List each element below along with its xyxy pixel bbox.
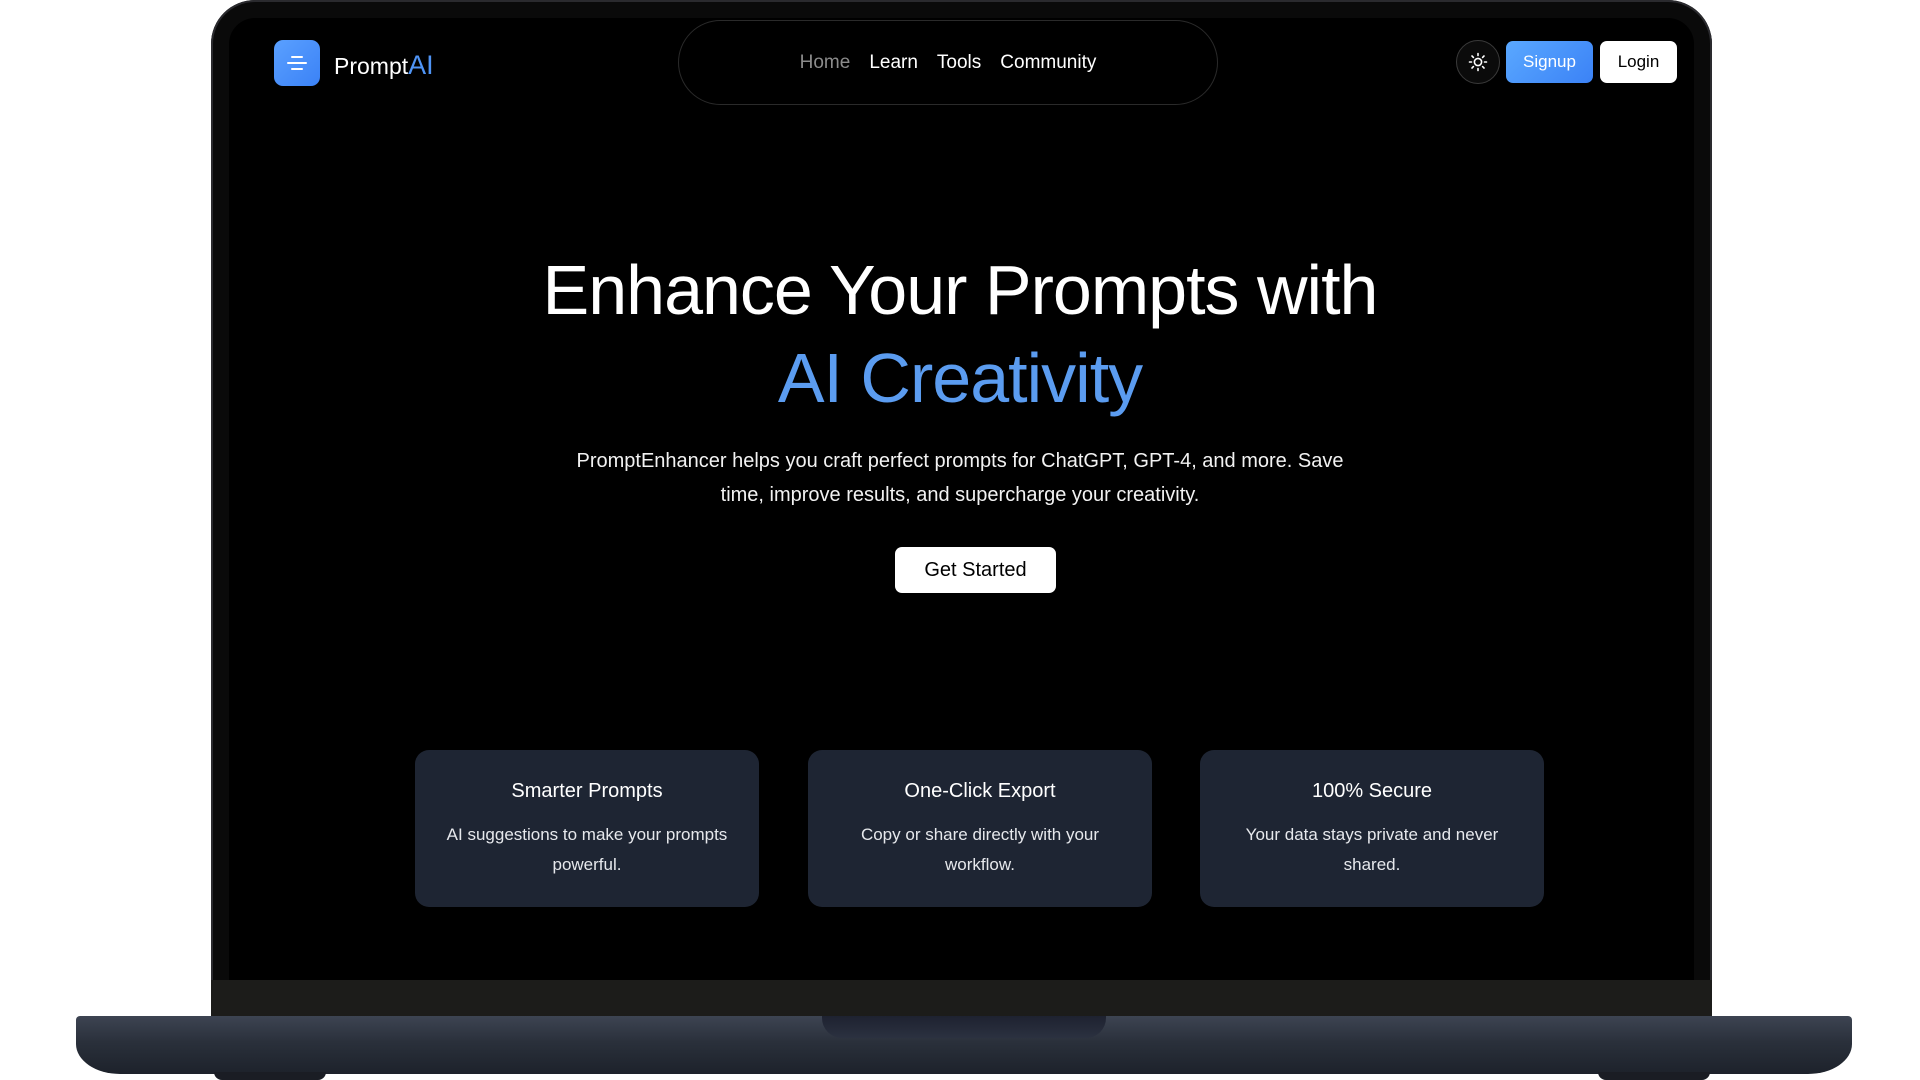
laptop-screen-chin — [211, 980, 1712, 1018]
feature-card-title: 100% Secure — [1311, 780, 1433, 802]
laptop-base-notch — [822, 1016, 1106, 1038]
hero-title: Enhance Your Prompts with — [542, 251, 1379, 329]
sun-icon — [1468, 52, 1488, 72]
feature-card-text: Your data stays private and never shared… — [1245, 825, 1499, 874]
feature-card: One-Click Export Copy or share directly … — [808, 750, 1152, 907]
brand-name: Prompt — [334, 53, 409, 79]
main-nav: Home Learn Tools Community — [678, 20, 1218, 105]
menu-icon — [287, 56, 307, 70]
get-started-button[interactable]: Get Started — [895, 547, 1056, 593]
login-button[interactable]: Login — [1600, 41, 1677, 83]
brand-suffix: AI — [408, 50, 434, 80]
feature-card-title: Smarter Prompts — [511, 780, 663, 802]
nav-link-community[interactable]: Community — [1000, 52, 1096, 74]
menu-button[interactable] — [274, 40, 320, 86]
signup-button[interactable]: Signup — [1506, 41, 1593, 83]
feature-card: Smarter Prompts AI suggestions to make y… — [415, 750, 759, 907]
hero-title-accent: AI Creativity — [777, 339, 1143, 417]
nav-link-learn[interactable]: Learn — [869, 52, 918, 74]
nav-link-home[interactable]: Home — [800, 52, 851, 74]
brand-logo[interactable]: PromptAI — [334, 50, 434, 81]
laptop-foot-left — [214, 1072, 326, 1080]
hero-description: PromptEnhancer helps you craft perfect p… — [576, 450, 1344, 506]
feature-card: 100% Secure Your data stays private and … — [1200, 750, 1544, 907]
feature-card-text: AI suggestions to make your prompts powe… — [446, 825, 728, 874]
nav-link-tools[interactable]: Tools — [937, 52, 981, 74]
laptop-foot-right — [1598, 1072, 1710, 1080]
feature-card-text: Copy or share directly with your workflo… — [860, 825, 1100, 874]
theme-toggle-button[interactable] — [1456, 40, 1500, 84]
feature-card-title: One-Click Export — [904, 780, 1056, 802]
